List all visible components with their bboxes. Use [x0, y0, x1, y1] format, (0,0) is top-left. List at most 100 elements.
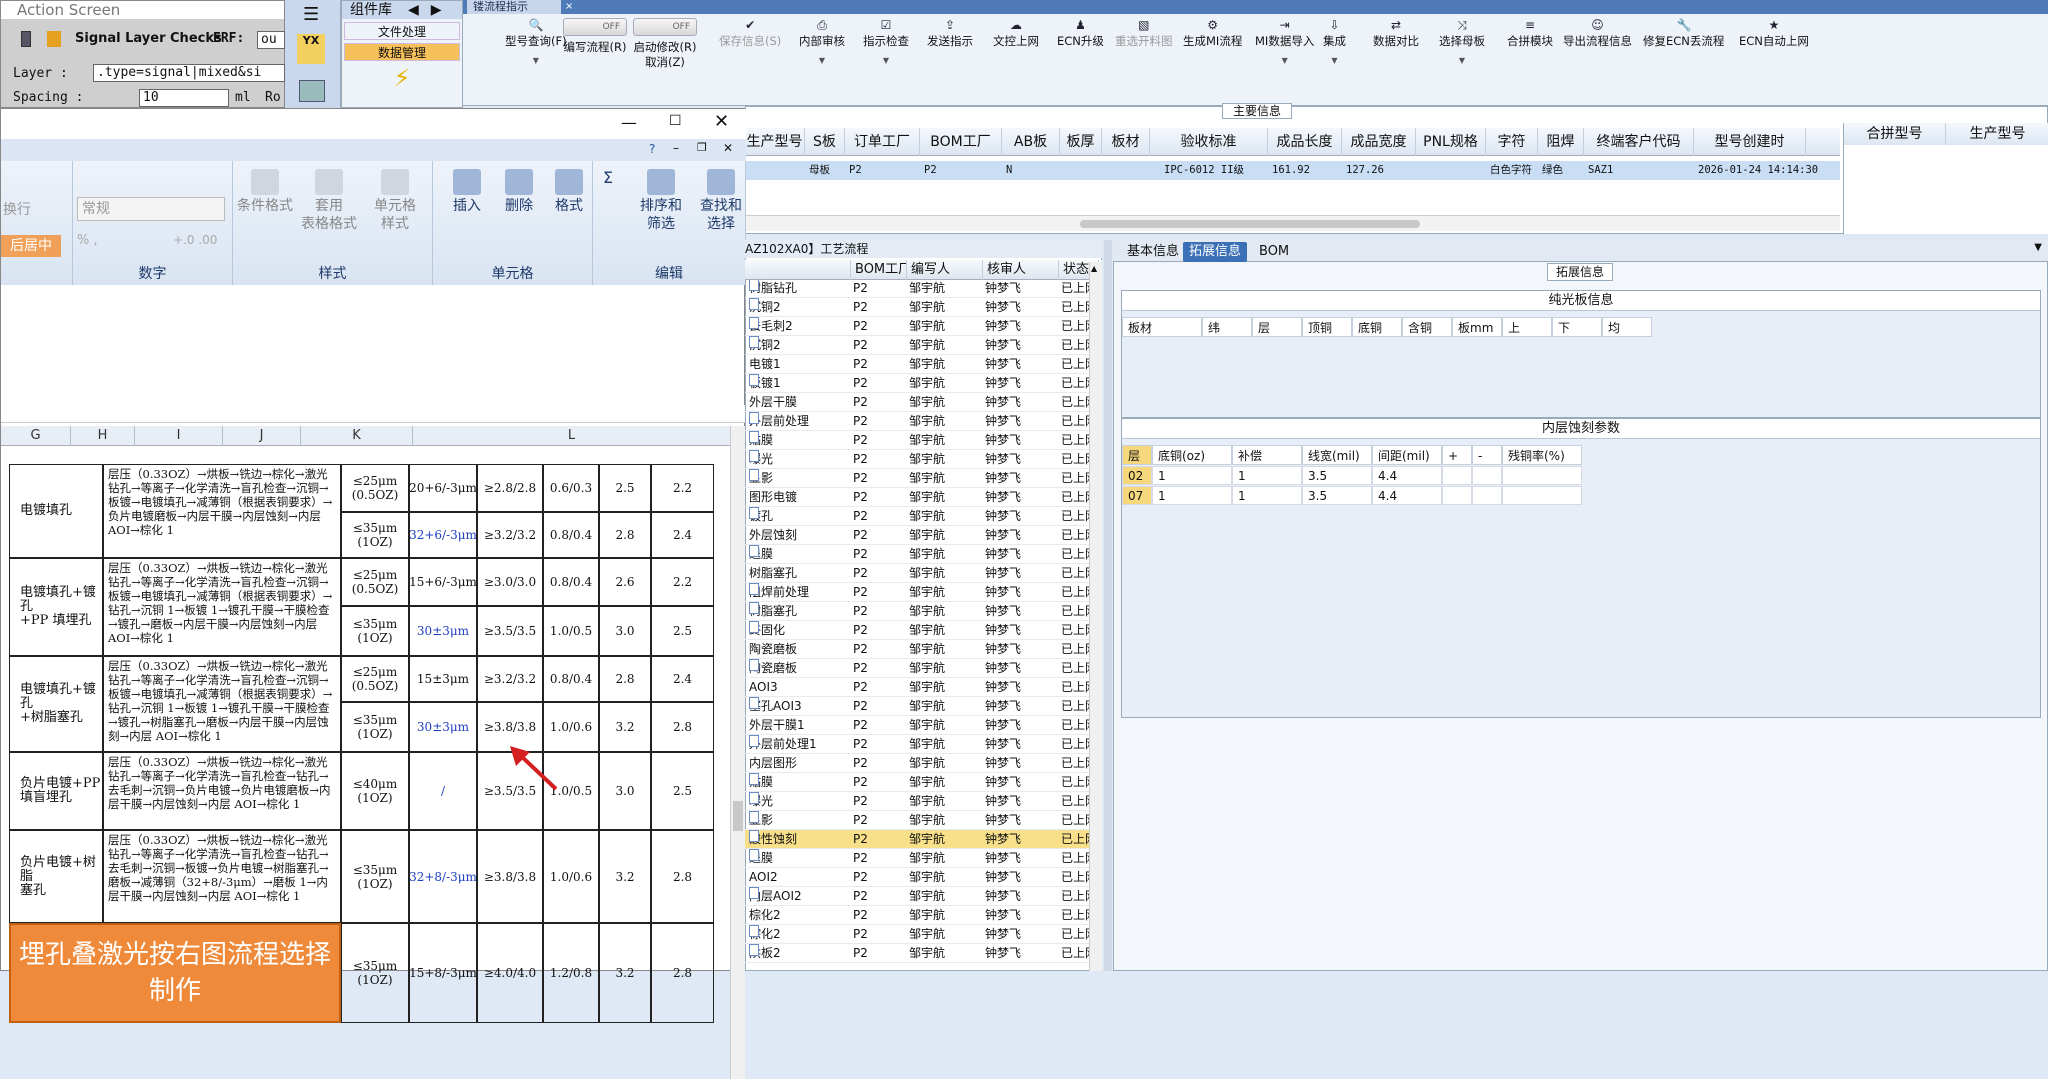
process-row[interactable]: 电镀1 P2 邹宇航 钟梦飞 已上网 — [745, 355, 1091, 374]
column-header-I[interactable]: I — [135, 426, 223, 446]
process-row[interactable]: AOI3 P2 邹宇航 钟梦飞 已上网 — [745, 678, 1091, 697]
number-format-select[interactable]: 常规 — [77, 197, 225, 221]
col-header-7[interactable]: 验收标准 — [1150, 128, 1268, 156]
ribbon-btn-2-2[interactable]: 单元格 样式 — [367, 169, 423, 233]
ribbon-button-2[interactable]: OFF 启动修改(R) 取消(Z) — [633, 18, 697, 70]
process-row[interactable]: 塞孔AOI3 P2 邹宇航 钟梦飞 已上网 — [745, 697, 1091, 716]
etch-col-5[interactable]: + — [1442, 445, 1472, 465]
process-row[interactable]: 外层前处理1 P2 邹宇航 钟梦飞 已上网 — [745, 735, 1091, 754]
column-header-J[interactable]: J — [223, 426, 301, 446]
col-header-1[interactable]: S板 — [805, 128, 845, 156]
process-row[interactable]: 沉铜2 P2 邹宇航 钟梦飞 已上网 — [745, 336, 1091, 355]
column-header-G[interactable]: G — [1, 426, 71, 446]
ribbon-button-3[interactable]: ✔ 保存信息(S) — [719, 18, 781, 49]
etch-cell[interactable]: 3.5 — [1302, 486, 1372, 505]
process-row[interactable]: 内层图形 P2 邹宇航 钟梦飞 已上网 — [745, 754, 1091, 773]
process-row[interactable]: 外层蚀刻 P2 邹宇航 钟梦飞 已上网 — [745, 526, 1091, 545]
process-col-0[interactable] — [745, 260, 851, 280]
process-col-2[interactable]: 编写人 — [907, 260, 983, 280]
ribbon-button-14[interactable]: ⤨ 选择母板 ▼ — [1439, 18, 1485, 68]
process-row[interactable]: 树脂钻孔 P2 邹宇航 钟梦飞 已上网 — [745, 280, 1091, 298]
panel-splitter[interactable] — [1104, 240, 1112, 971]
etch-col-1[interactable]: 底铜(oz) — [1152, 445, 1232, 465]
process-row[interactable]: 外层干膜1 P2 邹宇航 钟梦飞 已上网 — [745, 716, 1091, 735]
close-icon[interactable]: × — [565, 0, 573, 14]
ribbon-btn-4-1[interactable]: 排序和 筛选 — [633, 169, 689, 233]
plain-col-2[interactable]: 层 — [1252, 317, 1302, 337]
ribbon-button-18[interactable]: ★ ECN自动上网 — [1739, 18, 1809, 49]
process-row[interactable]: 树脂塞孔 P2 邹宇航 钟梦飞 已上网 — [745, 602, 1091, 621]
process-row[interactable]: 酸性蚀刻 P2 邹宇航 钟梦飞 已上网 — [745, 830, 1091, 849]
plain-col-4[interactable]: 底铜 — [1352, 317, 1402, 337]
col-header-13[interactable]: 终端客户代码 — [1584, 128, 1694, 156]
ribbon-button-4[interactable]: ⎙ 内部审核 ▼ — [799, 18, 845, 68]
plain-col-8[interactable]: 下 — [1552, 317, 1602, 337]
process-row[interactable]: 阻焊前处理 P2 邹宇航 钟梦飞 已上网 — [745, 583, 1091, 602]
menu-icon[interactable]: ☰ — [303, 4, 319, 25]
ribbon-btn-4-2[interactable]: 查找和 选择 — [693, 169, 749, 233]
ribbon-btn-3-2[interactable]: 格式 — [541, 169, 597, 215]
col-header-2[interactable]: 订单工厂 — [845, 128, 920, 156]
etch-col-7[interactable]: 残铜率(%) — [1502, 445, 1582, 465]
lightning-icon[interactable]: ⚡ — [342, 64, 462, 92]
calculator-icon[interactable] — [299, 80, 325, 102]
chevron-down-icon[interactable]: ▼ — [1255, 53, 1314, 68]
process-row[interactable]: 棕化2 P2 邹宇航 钟梦飞 已上网 — [745, 906, 1091, 925]
process-row[interactable]: 图形电镀 P2 邹宇航 钟梦飞 已上网 — [745, 488, 1091, 507]
process-col-3[interactable]: 核审人 — [983, 260, 1059, 280]
ribbon-btn-3-0[interactable]: 插入 — [439, 169, 495, 215]
toggle-switch[interactable]: OFF — [633, 18, 697, 36]
erf-input[interactable]: ou — [257, 31, 285, 49]
chevron-down-icon[interactable]: ▼ — [1439, 53, 1485, 68]
process-row[interactable]: 退膜 P2 邹宇航 钟梦飞 已上网 — [745, 545, 1091, 564]
chevron-down-icon[interactable]: ▼ — [799, 53, 845, 68]
ribbon-button-9[interactable]: ▧ 重选开料图 — [1115, 18, 1173, 49]
column-header-H[interactable]: H — [71, 426, 135, 446]
toolbox-item-file[interactable]: 文件处理 — [344, 22, 460, 40]
ribbon-btn-3-1[interactable]: 删除 — [491, 169, 547, 215]
col-header-3[interactable]: BOM工厂 — [920, 128, 1002, 156]
etch-col-0[interactable]: 层 — [1122, 445, 1152, 465]
etch-cell[interactable]: 3.5 — [1302, 466, 1372, 485]
plain-col-9[interactable]: 均 — [1602, 317, 1652, 337]
etch-cell[interactable] — [1472, 486, 1502, 505]
process-row[interactable]: 贴膜 P2 邹宇航 钟梦飞 已上网 — [745, 431, 1091, 450]
etch-col-2[interactable]: 补偿 — [1232, 445, 1302, 465]
layer-input[interactable]: .type=signal|mixed&si — [93, 64, 285, 82]
etch-cell[interactable]: 02 — [1122, 466, 1152, 485]
process-row[interactable]: 树脂塞孔 P2 邹宇航 钟梦飞 已上网 — [745, 564, 1091, 583]
col-header-8[interactable]: 成品长度 — [1268, 128, 1342, 156]
scroll-thumb[interactable] — [1080, 220, 1420, 228]
arrow-left-icon[interactable]: ◀ — [408, 2, 419, 18]
tab-1[interactable]: 拓展信息 — [1183, 242, 1248, 262]
ribbon-button-15[interactable]: ≡ 合拼模块 — [1507, 18, 1553, 49]
process-row[interactable]: 沉铜2 P2 邹宇航 钟梦飞 已上网 — [745, 298, 1091, 317]
process-row[interactable]: 外层干膜 P2 邹宇航 钟梦飞 已上网 — [745, 393, 1091, 412]
col-header-14[interactable]: 型号创建时 — [1694, 128, 1806, 156]
tab-0[interactable]: 基本信息 — [1121, 242, 1185, 262]
maximize-icon[interactable]: ☐ — [669, 113, 682, 129]
column-header-L[interactable]: L — [413, 426, 731, 446]
plain-col-7[interactable]: 上 — [1502, 317, 1552, 337]
plain-col-6[interactable]: 板mm — [1452, 317, 1502, 337]
col-header-11[interactable]: 字符 — [1486, 128, 1538, 156]
ribbon-btn-2-1[interactable]: 套用 表格格式 — [301, 169, 357, 233]
help-icon[interactable]: ? — [649, 142, 655, 156]
col-header-10[interactable]: PNL规格 — [1416, 128, 1486, 156]
dropdown-icon[interactable]: ▼ — [2034, 242, 2042, 253]
merge-col-header[interactable]: 合拼型号 — [1844, 123, 1946, 145]
ribbon-button-11[interactable]: ⇥ MI数据导入 ▼ — [1255, 18, 1314, 68]
col-header-9[interactable]: 成品宽度 — [1342, 128, 1416, 156]
etch-cell[interactable] — [1472, 466, 1502, 485]
formula-bar[interactable] — [1, 405, 746, 423]
production-col-header[interactable]: 生产型号 — [1946, 123, 2048, 145]
process-row[interactable]: 终固化 P2 邹宇航 钟梦飞 已上网 — [745, 621, 1091, 640]
plain-col-1[interactable]: 纬 — [1202, 317, 1252, 337]
close-window-icon[interactable]: ✕ — [714, 111, 729, 132]
etch-cell[interactable]: 07 — [1122, 486, 1152, 505]
etch-col-4[interactable]: 间距(mil) — [1372, 445, 1442, 465]
etch-cell[interactable] — [1442, 466, 1472, 485]
minimize-icon[interactable]: — — [621, 113, 637, 132]
ribbon-button-8[interactable]: ♟ ECN升级 — [1057, 18, 1104, 49]
yx-icon[interactable]: YX — [297, 34, 325, 64]
